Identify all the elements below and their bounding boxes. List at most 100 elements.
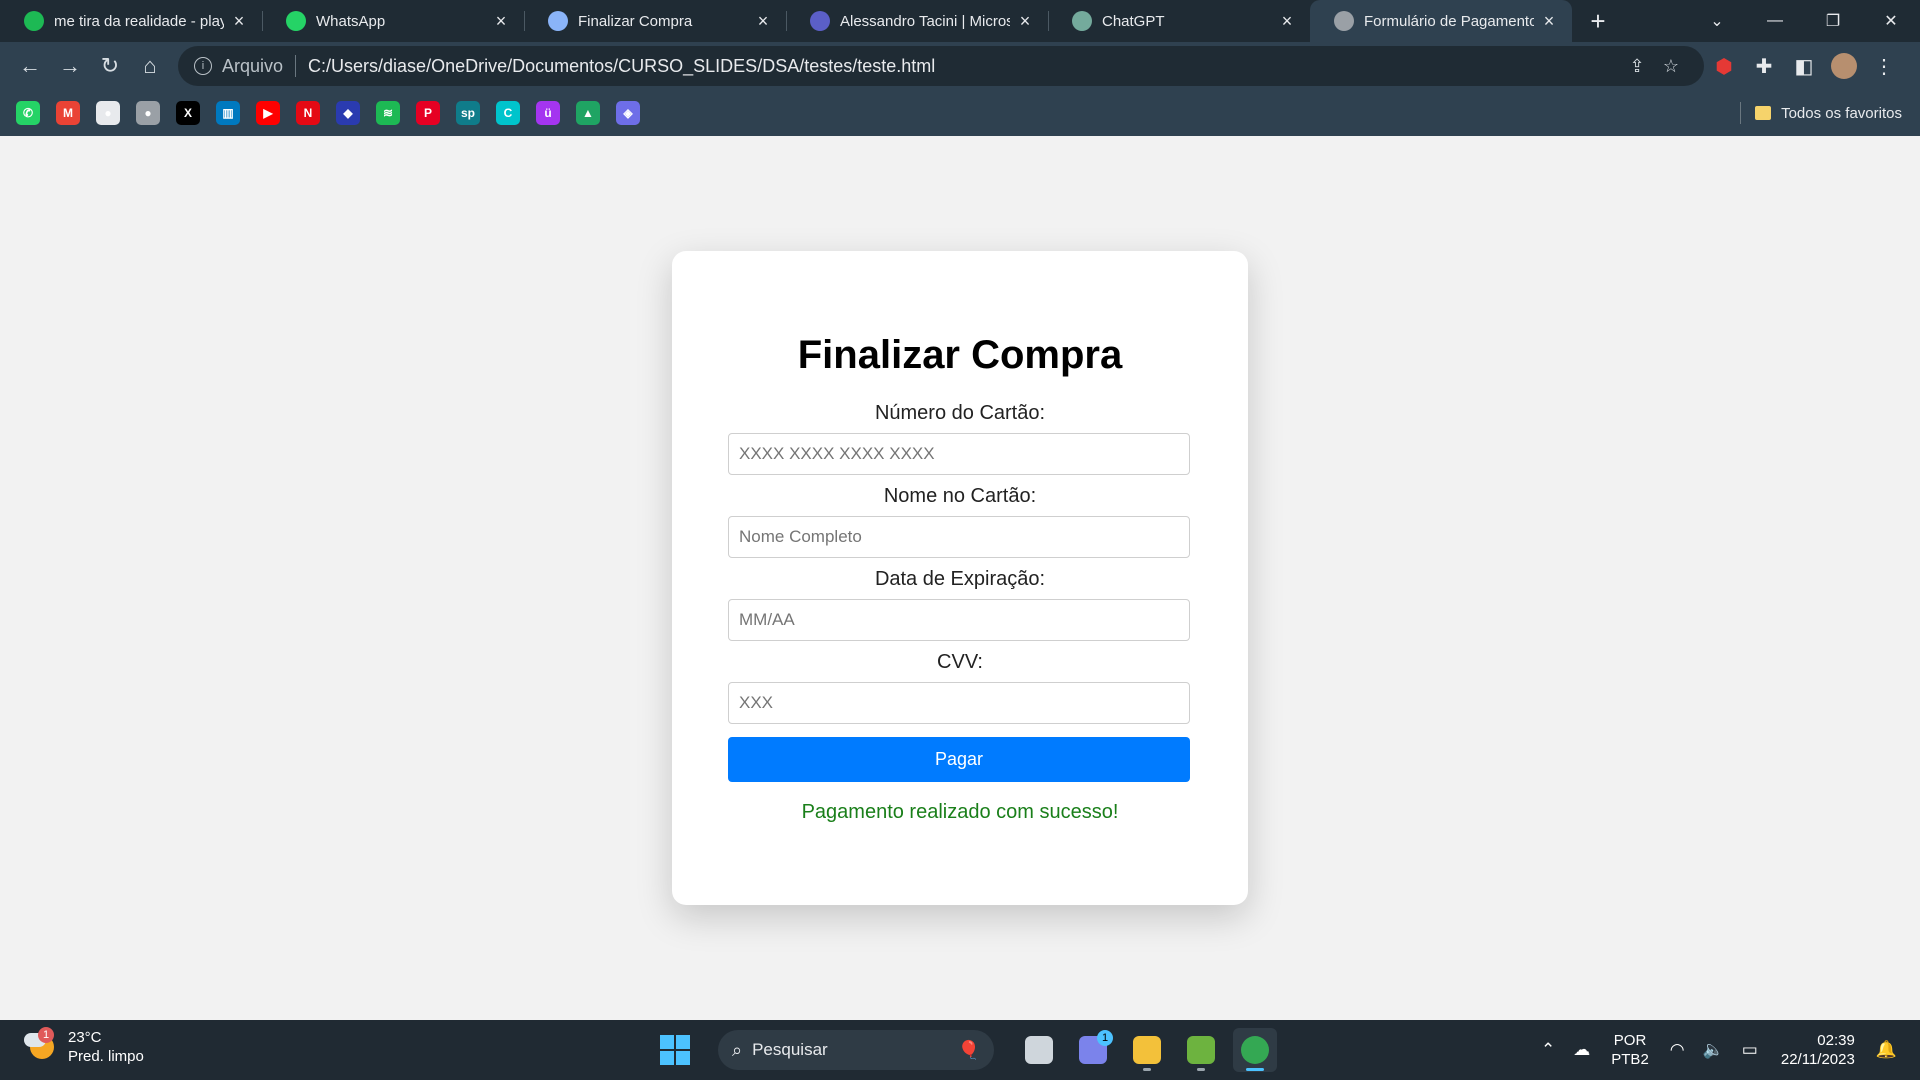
back-button[interactable]: ← (10, 46, 50, 86)
tab-close-icon[interactable]: × (492, 11, 510, 31)
close-window-button[interactable]: ✕ (1862, 11, 1920, 31)
bookmarks-bar: ✆ M ● ● X ▥ ▶ N ◆ ≋ Psp Cü ▲ ◈ Todos os favoritos (0, 90, 1920, 136)
trello-icon[interactable]: ▥ (216, 101, 240, 125)
github-icon[interactable]: ● (96, 101, 120, 125)
running-indicator (1143, 1068, 1151, 1071)
volume-icon[interactable]: 🔈 (1703, 1040, 1724, 1060)
pinterest-icon[interactable]: P (416, 101, 440, 125)
search-highlight-icon: 🎈 (957, 1039, 980, 1060)
teams-chat-icon[interactable]: 1 (1071, 1028, 1115, 1072)
onedrive-icon[interactable]: ☁ (1573, 1040, 1590, 1060)
folder-icon (1755, 106, 1772, 120)
bookmark-list: ✆ M ● ● X ▥ ▶ N ◆ ≋ Psp Cü ▲ ◈ (16, 101, 656, 125)
tab-strip: me tira da realidade - playlist×WhatsApp… (0, 0, 1920, 42)
language-indicator[interactable]: POR PTB2 (1611, 1031, 1649, 1069)
clock[interactable]: 02:39 22/11/2023 (1781, 1031, 1855, 1069)
card-name-input[interactable] (728, 516, 1190, 558)
weather-temp: 23°C (68, 1029, 102, 1046)
address-bar[interactable]: i Arquivo C:/Users/diase/OneDrive/Docume… (178, 46, 1704, 86)
cvv-input[interactable] (728, 682, 1190, 724)
expiry-input[interactable] (728, 599, 1190, 641)
address-scheme: Arquivo (222, 55, 284, 76)
weather-widget[interactable]: 1 23°C Pred. limpo (22, 1027, 144, 1066)
all-bookmarks-folder[interactable]: Todos os favoritos (1740, 90, 1902, 136)
file-explorer-icon[interactable] (1125, 1028, 1169, 1072)
extensions-puzzle-icon[interactable]: ✚ (1744, 46, 1784, 86)
taskbar-search[interactable]: ⌕ Pesquisar 🎈 (718, 1030, 994, 1070)
taskbar-center: ⌕ Pesquisar 🎈 1 (660, 1028, 1282, 1072)
wifi-icon[interactable]: ◠ (1670, 1040, 1685, 1060)
taskbar: 1 23°C Pred. limpo ⌕ Pesquisar 🎈 1 ⌃ ☁ P… (0, 1020, 1920, 1080)
notifications-bell-icon[interactable]: 🔔 (1876, 1040, 1897, 1060)
teams-icon (810, 11, 830, 31)
task-view-icon[interactable] (1017, 1028, 1061, 1072)
youtube-icon[interactable]: ▶ (256, 101, 280, 125)
spring-icon[interactable] (1179, 1028, 1223, 1072)
tab-close-icon[interactable]: × (230, 11, 248, 31)
new-tab-button[interactable]: + (1578, 0, 1618, 42)
chrome-icon[interactable] (1233, 1028, 1277, 1072)
menu-kebab-icon[interactable]: ⋮ (1864, 46, 1904, 86)
share-icon[interactable]: ⇪ (1620, 56, 1654, 77)
google-drive-icon[interactable]: ▲ (576, 101, 600, 125)
whatsapp-icon[interactable]: ✆ (16, 101, 40, 125)
tab-title: me tira da realidade - playlist (54, 12, 224, 30)
battery-icon[interactable]: ▭ (1742, 1040, 1758, 1060)
tray-chevron-icon[interactable]: ⌃ (1541, 1040, 1555, 1060)
tab-search-icon[interactable]: ⌄ (1688, 11, 1746, 31)
start-button[interactable] (660, 1035, 690, 1065)
x-icon[interactable]: X (176, 101, 200, 125)
reload-button[interactable]: ↻ (90, 46, 130, 86)
page-title: Finalizar Compra (797, 333, 1123, 377)
minimize-button[interactable]: — (1746, 12, 1804, 30)
browser-tab[interactable]: Finalizar Compra × (524, 0, 786, 42)
card-number-label: Número do Cartão: (874, 402, 1046, 424)
info-icon[interactable]: i (194, 57, 212, 75)
bookmark-star-icon[interactable]: ☆ (1654, 56, 1688, 77)
sp-icon[interactable]: sp (456, 101, 480, 125)
card-number-input[interactable] (728, 433, 1190, 475)
restore-button[interactable]: ❐ (1804, 11, 1862, 31)
browser-tab[interactable]: Alessandro Tacini | Microsoft Teams × (786, 0, 1048, 42)
browser-tab[interactable]: Formulário de Pagamento × (1310, 0, 1572, 42)
globe-icon (548, 11, 568, 31)
netflix-icon[interactable]: N (296, 101, 320, 125)
taskbar-search-placeholder: Pesquisar (752, 1040, 828, 1059)
clock-date: 22/11/2023 (1780, 1051, 1855, 1068)
bookmark-blue-icon[interactable]: ◆ (336, 101, 360, 125)
copilot-icon[interactable]: ◈ (616, 101, 640, 125)
running-indicator (1197, 1068, 1205, 1071)
udemy-icon[interactable]: ü (536, 101, 560, 125)
weather-badge: 1 (38, 1027, 54, 1043)
system-tray: ⌃ ☁ POR PTB2 ◠ 🔈 ▭ 02:39 22/11/2023 🔔 (1532, 1020, 1906, 1080)
profile-avatar[interactable] (1824, 46, 1864, 86)
canva-icon[interactable]: C (496, 101, 520, 125)
cvv-label: CVV: (937, 651, 983, 673)
card-name-label: Nome no Cartão: (883, 485, 1037, 507)
forward-button[interactable]: → (50, 46, 90, 86)
browser-tab[interactable]: ChatGPT × (1048, 0, 1310, 42)
tab-close-icon[interactable]: × (1278, 11, 1296, 31)
address-url[interactable]: C:/Users/diase/OneDrive/Documentos/CURSO… (308, 56, 1620, 77)
tab-close-icon[interactable]: × (754, 11, 772, 31)
apple-icon[interactable]: ● (136, 101, 160, 125)
tab-close-icon[interactable]: × (1540, 11, 1558, 31)
gmail-icon[interactable]: M (56, 101, 80, 125)
tab-list: me tira da realidade - playlist×WhatsApp… (0, 0, 1572, 42)
chatgpt-icon (1072, 11, 1092, 31)
browser-tab[interactable]: me tira da realidade - playlist × (0, 0, 262, 42)
side-panel-icon[interactable]: ◧ (1784, 46, 1824, 86)
tab-title: Formulário de Pagamento (1364, 12, 1534, 30)
weather-desc: Pred. limpo (68, 1048, 144, 1065)
spotify-icon[interactable]: ≋ (376, 101, 400, 125)
weather-icon: 1 (22, 1027, 58, 1065)
search-icon: ⌕ (732, 1039, 743, 1060)
adblock-extension-icon[interactable]: ⬢ (1704, 46, 1744, 86)
browser-toolbar: ← → ↻ ⌂ i Arquivo C:/Users/diase/OneDriv… (0, 42, 1920, 90)
home-button[interactable]: ⌂ (130, 46, 170, 86)
pay-button[interactable]: Pagar (728, 737, 1190, 782)
tab-close-icon[interactable]: × (1016, 11, 1034, 31)
browser-tab[interactable]: WhatsApp × (262, 0, 524, 42)
lang-bottom: PTB2 (1611, 1051, 1649, 1068)
tab-title: ChatGPT (1102, 12, 1165, 30)
